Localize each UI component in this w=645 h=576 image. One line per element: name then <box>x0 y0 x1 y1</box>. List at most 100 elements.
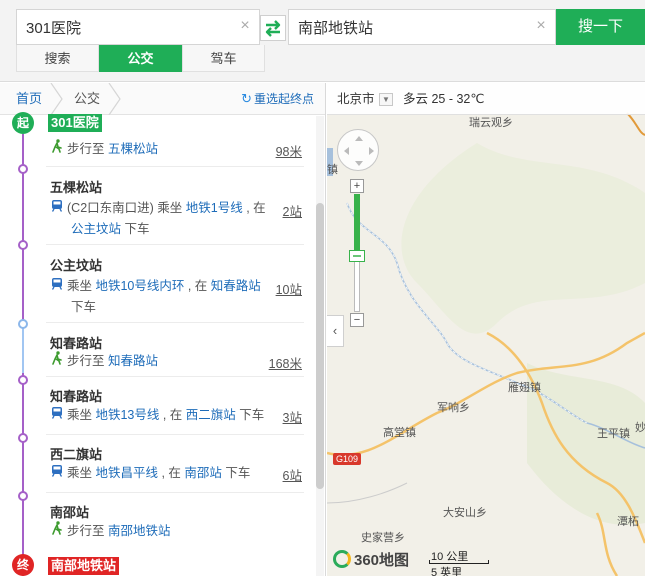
step-prefix: 步行至 <box>67 142 108 156</box>
step-mid: , 在 <box>242 201 266 215</box>
logo-text: 360地图 <box>354 552 410 569</box>
map-label: 瑞云观乡 <box>469 117 513 129</box>
clear-destination-icon[interactable]: × <box>533 18 549 34</box>
distance-link[interactable]: 98米 <box>276 141 302 160</box>
collapse-panel-button[interactable]: ‹ <box>327 315 344 347</box>
distance-link[interactable]: 168米 <box>269 353 302 372</box>
mode-tabs: 搜索 公交 驾车 <box>16 45 265 72</box>
stop-count-link[interactable]: 2站 <box>283 201 302 220</box>
map-logo: 360地图 <box>333 549 409 573</box>
scrollbar-thumb[interactable] <box>316 203 324 489</box>
step-mid: , 在 <box>158 466 185 480</box>
search-bar: × × 搜一下 搜索 公交 驾车 <box>0 0 645 82</box>
road-sign: G109 <box>333 453 362 465</box>
stop-count-link[interactable]: 3站 <box>283 407 302 426</box>
pan-control-icon[interactable] <box>337 129 379 171</box>
station-node-icon <box>18 375 28 385</box>
station-node-icon <box>18 433 28 443</box>
map-label: 高堂镇 <box>383 427 416 439</box>
breadcrumb: 首页 公交 ↻ 重选起终点 <box>0 83 325 115</box>
station-name: 五棵松站 <box>50 180 103 195</box>
station-link[interactable]: 西二旗站 <box>186 408 236 422</box>
route-step: 知春路站 步行至 知春路站 168米 <box>46 323 304 377</box>
step-suffix: 下车 <box>221 466 251 480</box>
end-station-label[interactable]: 南部地铁站 <box>48 557 120 575</box>
station-node-icon <box>18 491 28 501</box>
station-link[interactable]: 知春路站 <box>211 279 261 293</box>
search-button[interactable]: 搜一下 <box>556 9 645 45</box>
step-prefix: 乘坐 <box>67 279 96 293</box>
zoom-out-button[interactable]: − <box>350 313 364 327</box>
zoom-in-button[interactable]: + <box>350 179 364 193</box>
step-text: 乘坐 地铁13号线 , 在 西二旗站 下车 <box>50 405 280 426</box>
origin-field[interactable]: × <box>16 9 260 45</box>
route-panel: 首页 公交 ↻ 重选起终点 起 301医院 步行至 五棵松站 98米 五棵松站 … <box>0 83 326 576</box>
reselect-label: 重选起终点 <box>253 92 314 106</box>
stop-count-link[interactable]: 6站 <box>283 465 302 484</box>
map-label: 大安山乡 <box>443 507 487 519</box>
end-marker-icon: 终 <box>12 554 34 576</box>
station-name: 知春路站 <box>50 336 103 351</box>
step-prefix: 步行至 <box>67 524 108 538</box>
refresh-icon: ↻ <box>241 91 252 106</box>
line-link[interactable]: 地铁1号线 <box>186 201 243 215</box>
step-text: 步行至 知春路站 <box>50 351 280 372</box>
zoom-slider-thumb[interactable] <box>349 250 365 262</box>
station-name: 公主坟站 <box>50 258 103 273</box>
tab-search[interactable]: 搜索 <box>16 45 99 72</box>
route-step: 南邵站 步行至 南邵地铁站 <box>46 493 304 551</box>
logo-icon <box>333 550 351 568</box>
breadcrumb-separator-icon <box>108 83 121 115</box>
step-mid: , 在 <box>184 279 211 293</box>
line-link[interactable]: 地铁13号线 <box>95 408 159 422</box>
walk-icon <box>50 139 63 160</box>
tab-transit[interactable]: 公交 <box>99 45 182 72</box>
station-link[interactable]: 五棵松站 <box>108 142 158 156</box>
station-link[interactable]: 南邵地铁站 <box>108 524 171 538</box>
start-station-label[interactable]: 301医院 <box>48 114 102 132</box>
subway-icon <box>50 405 63 426</box>
line-link[interactable]: 地铁昌平线 <box>95 466 158 480</box>
breadcrumb-current: 公交 <box>74 91 101 106</box>
step-text: 步行至 五棵松站 <box>50 139 280 160</box>
map-label: 潭柘 <box>617 516 639 528</box>
breadcrumb-separator-icon <box>50 83 63 115</box>
walk-icon <box>50 521 63 542</box>
tab-driving[interactable]: 驾车 <box>182 45 265 72</box>
step-prefix: 乘坐 <box>67 466 96 480</box>
station-link[interactable]: 南邵站 <box>184 466 222 480</box>
walk-icon <box>50 351 63 372</box>
map-label: 镇 <box>327 164 338 176</box>
map-label: 王平镇 <box>597 428 630 440</box>
step-suffix: 下车 <box>235 408 265 422</box>
walk-line <box>22 323 24 373</box>
destination-field[interactable]: × <box>288 9 556 45</box>
clear-origin-icon[interactable]: × <box>237 18 253 34</box>
step-text: (C2口东南口进) 乘坐 地铁1号线 , 在 公主坟站 下车 <box>50 198 280 240</box>
destination-input[interactable] <box>289 10 499 44</box>
swap-icon[interactable] <box>260 15 286 41</box>
scale-imperial: 5 英里 <box>431 567 463 576</box>
line-link[interactable]: 地铁10号线内环 <box>95 279 184 293</box>
breadcrumb-home[interactable]: 首页 <box>16 83 42 115</box>
stop-count-link[interactable]: 10站 <box>276 279 302 298</box>
route-step: 知春路站 乘坐 地铁13号线 , 在 西二旗站 下车 3站 <box>46 377 304 435</box>
step-text: 乘坐 地铁10号线内环 , 在 知春路站 下车 <box>50 276 280 318</box>
reselect-endpoints-link[interactable]: ↻ 重选起终点 <box>241 83 314 115</box>
station-node-icon <box>18 164 28 174</box>
city-selector[interactable]: 北京市 <box>337 83 375 115</box>
subway-icon <box>50 463 63 484</box>
origin-input[interactable] <box>17 10 227 44</box>
map-view[interactable]: 北京市 ▼ 多云 25 - 32℃ + − ‹ 瑞云观乡 镇 雁翅镇 军响乡 高… <box>327 83 645 576</box>
route-step: 西二旗站 乘坐 地铁昌平线 , 在 南邵站 下车 6站 <box>46 435 304 493</box>
station-link[interactable]: 公主坟站 <box>71 222 121 236</box>
city-weather-bar: 北京市 ▼ 多云 25 - 32℃ <box>327 83 645 115</box>
route-step: 步行至 五棵松站 98米 <box>46 134 304 167</box>
step-prefix: 乘坐 <box>67 408 96 422</box>
station-name: 知春路站 <box>50 389 103 404</box>
station-link[interactable]: 知春路站 <box>108 354 158 368</box>
city-dropdown-icon[interactable]: ▼ <box>379 93 393 106</box>
zoom-level-fill <box>354 194 360 256</box>
step-prefix: 步行至 <box>67 354 108 368</box>
subway-icon <box>50 276 63 297</box>
